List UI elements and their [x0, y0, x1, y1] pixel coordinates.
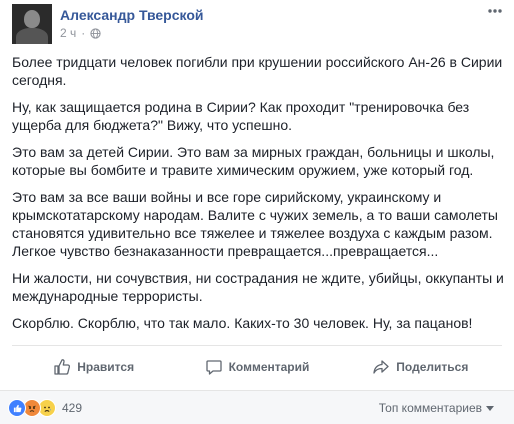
- post-paragraph: Более тридцати человек погибли при круше…: [12, 54, 503, 88]
- thumbs-up-icon: [54, 359, 71, 375]
- divider: [12, 345, 502, 346]
- post-paragraph: Ну, как защищается родина в Сирии? Как п…: [12, 99, 470, 133]
- avatar-body: [16, 28, 48, 44]
- share-button[interactable]: Поделиться: [339, 348, 502, 386]
- post-paragraph: Это вам за детей Сирии. Это вам за мирны…: [12, 144, 495, 178]
- chevron-down-icon: [486, 405, 494, 411]
- like-label: Нравится: [77, 360, 135, 374]
- author-name[interactable]: Александр Тверской: [60, 7, 204, 23]
- post-paragraph: Скорблю. Скорблю, что так мало. Каких-то…: [12, 315, 473, 331]
- like-icon: [8, 399, 26, 417]
- more-options-icon[interactable]: [487, 6, 503, 16]
- post-header: Александр Тверской 2 ч ·: [0, 0, 514, 46]
- comment-label: Комментарий: [228, 360, 310, 374]
- comment-sort-dropdown[interactable]: Топ комментариев: [379, 401, 494, 415]
- sort-label: Топ комментариев: [378, 401, 482, 415]
- post-actions: Нравится Комментарий Поделиться: [12, 348, 502, 386]
- post-time[interactable]: 2 ч: [60, 26, 76, 40]
- avatar-head: [24, 10, 40, 28]
- share-label: Поделиться: [396, 360, 469, 374]
- post-meta: 2 ч ·: [60, 26, 101, 40]
- post-paragraph: Это вам за все ваши войны и все горе сир…: [12, 189, 498, 259]
- globe-icon[interactable]: [90, 27, 101, 39]
- share-icon: [373, 360, 389, 374]
- like-button[interactable]: Нравится: [12, 348, 175, 386]
- comment-button[interactable]: Комментарий: [175, 348, 338, 386]
- reaction-count[interactable]: 429: [62, 401, 82, 415]
- reactions-summary[interactable]: 429: [8, 399, 82, 417]
- post-footer: 429 Топ комментариев: [0, 391, 514, 424]
- meta-separator: ·: [81, 26, 86, 40]
- avatar[interactable]: [12, 4, 52, 44]
- post-body: Более тридцати человек погибли при круше…: [12, 53, 504, 341]
- comment-icon: [205, 360, 222, 375]
- post-paragraph: Ни жалости, ни сочувствия, ни сострадани…: [12, 270, 504, 304]
